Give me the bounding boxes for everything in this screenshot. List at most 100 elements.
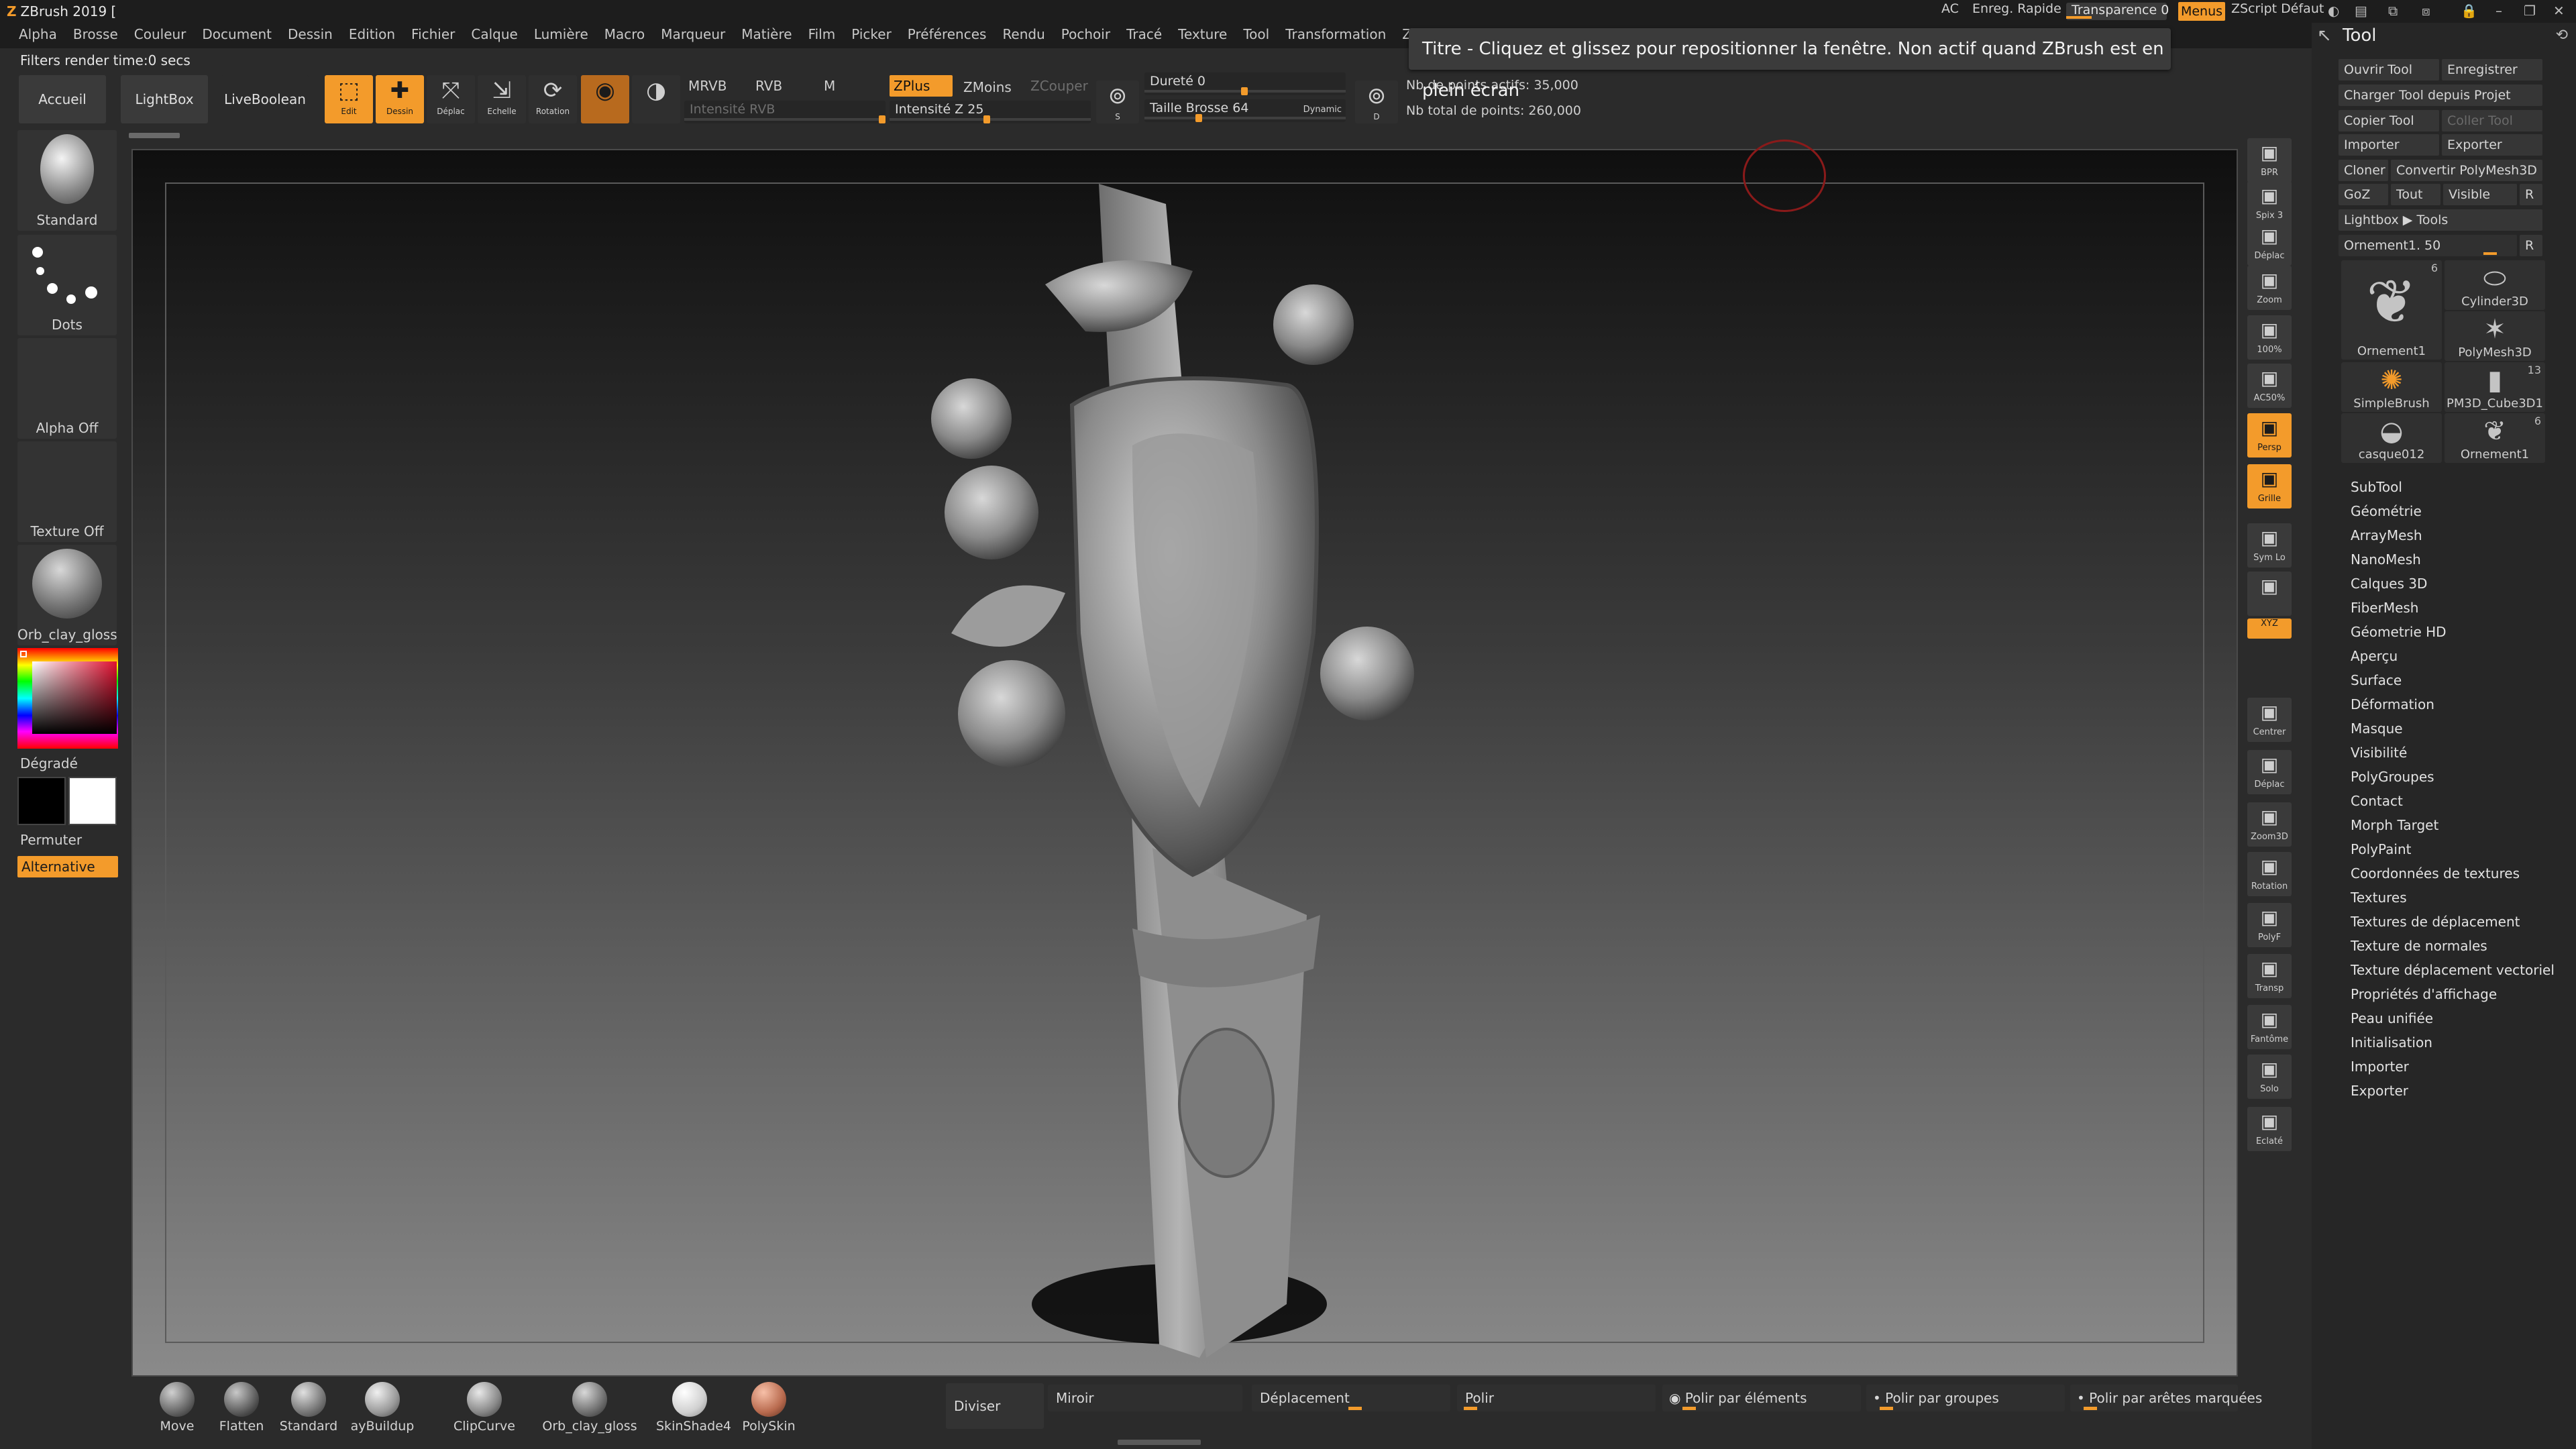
palette-icon[interactable]: ▤ [2355,3,2367,19]
title-bar[interactable]: Z ZBrush 2019 [ AC Enreg. Rapide Transpar… [0,0,2576,23]
menu-item[interactable]: Texture [1170,23,1235,46]
polish-by-features-slider[interactable]: ◉ Polir par éléments [1662,1385,1861,1411]
subpalette-item[interactable]: Initialisation [2351,1034,2432,1051]
home-button[interactable]: Accueil [19,75,106,123]
secondary-color-swatch[interactable] [68,777,117,825]
shelf-button-spix[interactable]: ▣ Spix 3 [2247,181,2292,225]
menu-item[interactable]: Dessin [280,23,341,46]
polish-by-crisp-edges-slider[interactable]: • Polir par arêtes marquées [2070,1385,2262,1411]
minimize-icon[interactable]: – [2496,3,2502,19]
goz-r-button[interactable]: R [2520,184,2542,205]
color-picker[interactable] [17,648,118,749]
menu-item[interactable]: Picker [843,23,900,46]
subpalette-item[interactable]: Texture de normales [2351,938,2487,954]
subpalette-item[interactable]: Géometrie HD [2351,624,2447,640]
shelf-button-xpose[interactable]: ▣ Eclaté [2247,1107,2292,1151]
restore-icon[interactable]: ❐ [2524,3,2536,19]
bottom-brush-move[interactable]: Move [144,1379,211,1438]
menu-item[interactable]: Marqueur [653,23,733,46]
menu-item[interactable]: Couleur [126,23,195,46]
menu-item[interactable]: Lumière [526,23,596,46]
liveboolean-button[interactable]: LiveBoolean [221,75,309,123]
tool-thumbnail[interactable]: ❦ 6 Ornement1 [2445,413,2545,463]
subpalette-item[interactable]: Coordonnées de textures [2351,865,2520,881]
subpalette-item[interactable]: Surface [2351,672,2402,688]
load-tool-from-project-button[interactable]: Charger Tool depuis Projet [2339,85,2542,106]
menus-button[interactable]: Menus [2178,2,2225,21]
rgb-intensity-slider[interactable]: Intensité RVB [684,101,885,123]
z-intensity-slider[interactable]: Intensité Z 25 [890,101,1091,123]
scroll-handle[interactable] [129,133,180,138]
menu-item[interactable]: Tracé [1118,23,1170,46]
menu-item[interactable]: Brosse [65,23,126,46]
import-button[interactable]: Importer [2339,134,2439,156]
menu-item[interactable]: Rendu [994,23,1053,46]
gradient-label[interactable]: Dégradé [20,755,78,771]
goz-button[interactable]: GoZ [2339,184,2388,205]
transparency-slider[interactable]: Transparence 0 [2066,3,2169,20]
menu-item[interactable]: Fichier [403,23,463,46]
shelf-button-solo[interactable]: ▣ Solo [2247,1055,2292,1099]
subpalette-item[interactable]: Géométrie [2351,503,2422,519]
hardness-slider[interactable]: Dureté 0 [1144,72,1346,95]
primary-color-swatch[interactable] [17,777,66,825]
material-sphere-button[interactable]: ◉ [581,75,629,123]
shelf-button-polyframe[interactable]: ▣ PolyF [2247,903,2292,947]
subpalette-item[interactable]: Propriétés d'affichage [2351,986,2497,1002]
hide-icon[interactable]: ◐ [2328,3,2339,19]
rotate-button[interactable]: ⟳ Rotation [529,75,577,123]
shelf-button-lock[interactable]: ▣ [2247,572,2292,616]
layout2-icon[interactable]: ⧈ [2422,3,2430,19]
subpalette-item[interactable]: FiberMesh [2351,600,2418,616]
zcut-button[interactable]: ZCouper [1030,78,1088,94]
subpalette-item[interactable]: Masque [2351,720,2403,737]
palette-title[interactable]: Tool [2343,25,2377,46]
spotlight-button[interactable]: ◑ [632,75,680,123]
brush-selector[interactable]: Standard [17,130,117,231]
paste-tool-button[interactable]: Coller Tool [2442,110,2542,131]
tool-thumbnail[interactable]: ✺ SimpleBrush [2341,362,2442,412]
mrgb-button[interactable]: MRVB [688,78,727,94]
menu-item[interactable]: Tool [1235,23,1277,46]
tool-thumbnail[interactable]: ▮ 13 PM3D_Cube3D1 [2445,362,2545,412]
dock-icon[interactable]: ⟲ [2556,27,2568,44]
alpha-selector[interactable]: Alpha Off [17,338,117,439]
goz-visible-button[interactable]: Visible [2443,184,2517,205]
subpalette-item[interactable]: Peau unifiée [2351,1010,2433,1026]
subpalette-item[interactable]: Importer [2351,1059,2409,1075]
zscript-default-button[interactable]: ZScript Défaut [2231,1,2324,16]
menu-item[interactable]: Edition [341,23,403,46]
shelf-button-floor[interactable]: ▣ Grille [2247,464,2292,508]
mirror-button[interactable]: Miroir [1048,1385,1242,1411]
zsub-button[interactable]: ZMoins [963,79,1012,95]
lazy-mouse-d-button[interactable]: ⊚ D [1355,80,1398,123]
bottom-brush-aybuildup[interactable]: ayBuildup [349,1379,416,1438]
subpalette-item[interactable]: Déformation [2351,696,2434,712]
bottom-scroll-handle[interactable] [1118,1440,1201,1445]
lightbox-button[interactable]: LightBox [121,75,208,123]
goz-all-button[interactable]: Tout [2391,184,2440,205]
shelf-button-zoom[interactable]: ▣ Zoom [2247,266,2292,310]
subpalette-item[interactable]: Calques 3D [2351,576,2427,592]
menu-item[interactable]: Film [800,23,844,46]
alternate-button[interactable]: Alternative [17,856,118,877]
stroke-selector[interactable]: Dots [17,235,117,335]
divide-button[interactable]: Diviser [946,1383,1044,1429]
shelf-button-move[interactable]: ▣ Déplac [2247,221,2292,266]
move-button[interactable]: ⤧ Déplac [427,75,475,123]
palette-arrow-icon[interactable]: ↖ [2317,25,2332,46]
shelf-button-ghost[interactable]: ▣ Fantôme [2247,1005,2292,1049]
bottom-brush-orb-clay-gloss[interactable]: Orb_clay_gloss [539,1379,640,1438]
subpalette-item[interactable]: Visibilité [2351,745,2407,761]
subpalette-item[interactable]: NanoMesh [2351,551,2421,568]
shelf-button-half[interactable]: ▣ AC50% [2247,364,2292,408]
tool-thumbnail[interactable]: ✶ PolyMesh3D [2445,311,2545,361]
bottom-brush-polyskin[interactable]: PolySkin [735,1379,802,1438]
dynamic-toggle[interactable]: Dynamic [1303,105,1342,115]
clone-button[interactable]: Cloner [2339,160,2388,181]
tool-thumbnail[interactable]: ⬭ Cylinder3D [2445,260,2545,310]
make-polymesh3d-button[interactable]: Convertir PolyMesh3D [2391,160,2542,181]
m-button[interactable]: M [824,78,835,94]
shelf-button-xyz[interactable]: XYZ [2247,619,2292,639]
tool-thumbnail[interactable]: ❦ 6 Ornement1 [2341,260,2442,360]
